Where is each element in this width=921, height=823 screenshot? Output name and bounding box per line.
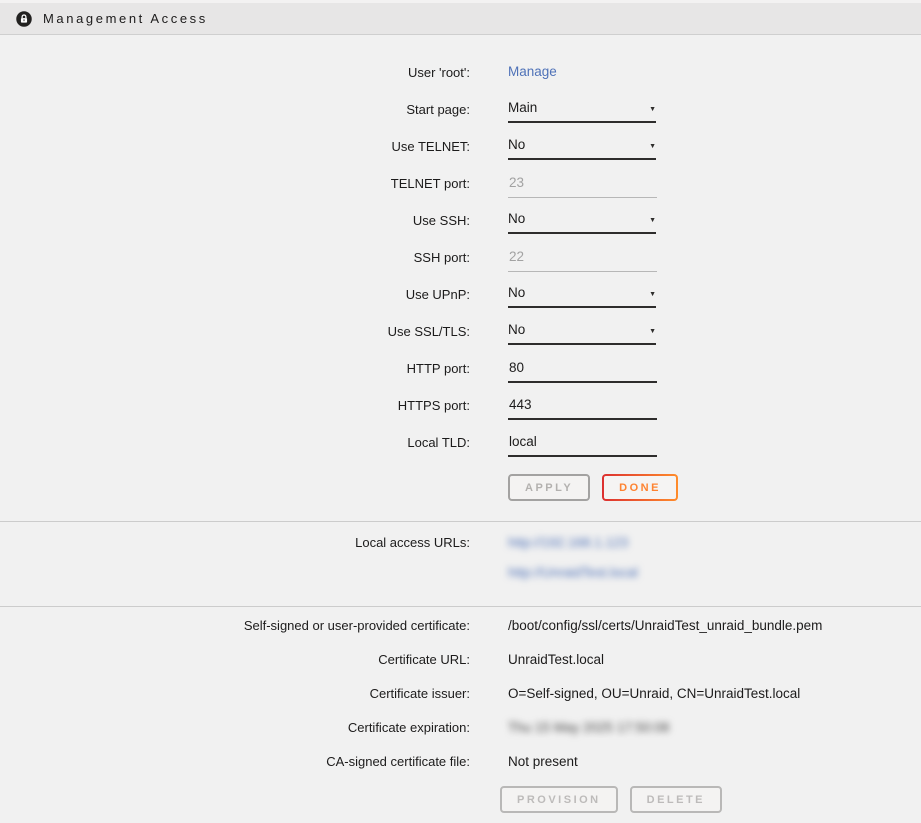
chevron-down-icon: ▼ bbox=[649, 217, 656, 226]
form-row: Use TELNET: No▼ bbox=[0, 137, 921, 161]
certificate-buttons: PROVISION DELETE bbox=[500, 786, 921, 823]
field-label: Certificate expiration: bbox=[0, 718, 470, 735]
local-access-url-link[interactable]: http://192.168.1.123 bbox=[508, 535, 638, 550]
management-access-form: User 'root': Manage Start page: Main▼ Us… bbox=[0, 35, 921, 521]
provision-button[interactable]: PROVISION bbox=[500, 786, 618, 813]
done-button[interactable]: DONE bbox=[602, 474, 678, 501]
section-header: Management Access bbox=[0, 0, 921, 35]
field-label: Use SSH: bbox=[0, 211, 470, 228]
certificate-section: Self-signed or user-provided certificate… bbox=[0, 607, 921, 823]
local-access-urls: http://192.168.1.123 http://UnraidTest.lo… bbox=[508, 533, 638, 580]
field-label: SSH port: bbox=[0, 248, 470, 265]
form-rows: User 'root': Manage Start page: Main▼ Us… bbox=[0, 35, 921, 457]
field-label: Self-signed or user-provided certificate… bbox=[0, 616, 470, 633]
local-tld-input[interactable] bbox=[508, 434, 657, 457]
user-root-link[interactable]: Manage bbox=[508, 64, 557, 79]
form-row: HTTPS port: bbox=[0, 396, 921, 420]
form-row: TELNET port: bbox=[0, 174, 921, 198]
field-label: Use UPnP: bbox=[0, 285, 470, 302]
form-row: HTTP port: bbox=[0, 359, 921, 383]
local-access-section: Local access URLs: http://192.168.1.123h… bbox=[0, 522, 921, 606]
delete-button[interactable]: DELETE bbox=[630, 786, 722, 813]
field-label: Use TELNET: bbox=[0, 137, 470, 154]
field-value: Thu 15 May 2025 17:50:08 bbox=[508, 718, 669, 735]
field-label: Certificate issuer: bbox=[0, 684, 470, 701]
use-upnp-select[interactable]: No▼ bbox=[508, 285, 656, 308]
field-label: HTTP port: bbox=[0, 359, 470, 376]
field-value: UnraidTest.local bbox=[508, 650, 604, 667]
field-label: HTTPS port: bbox=[0, 396, 470, 413]
lock-circle-icon bbox=[15, 10, 33, 28]
local-access-label: Local access URLs: bbox=[0, 533, 470, 550]
https-port-input[interactable] bbox=[508, 397, 657, 420]
local-access-url-link[interactable]: http://UnraidTest.local bbox=[508, 565, 638, 580]
cert-row: CA-signed certificate file: Not present bbox=[0, 752, 921, 773]
cert-row: Certificate expiration: Thu 15 May 2025 … bbox=[0, 718, 921, 739]
cert-row: Certificate URL: UnraidTest.local bbox=[0, 650, 921, 671]
field-label: TELNET port: bbox=[0, 174, 470, 191]
form-row: User 'root': Manage bbox=[0, 63, 921, 87]
field-label: User 'root': bbox=[0, 63, 470, 80]
field-label: CA-signed certificate file: bbox=[0, 752, 470, 769]
field-value: Not present bbox=[508, 752, 578, 769]
apply-button[interactable]: APPLY bbox=[508, 474, 590, 501]
use-telnet-select[interactable]: No▼ bbox=[508, 137, 656, 160]
form-row: Use SSL/TLS: No▼ bbox=[0, 322, 921, 346]
form-row: SSH port: bbox=[0, 248, 921, 272]
http-port-input[interactable] bbox=[508, 360, 657, 383]
page-title: Management Access bbox=[43, 11, 208, 26]
cert-row: Self-signed or user-provided certificate… bbox=[0, 616, 921, 637]
form-buttons: APPLY DONE bbox=[508, 474, 921, 521]
chevron-down-icon: ▼ bbox=[649, 328, 656, 337]
form-row: Local TLD: bbox=[0, 433, 921, 457]
form-row: Use SSH: No▼ bbox=[0, 211, 921, 235]
telnet-port-input bbox=[508, 175, 657, 198]
field-label: Use SSL/TLS: bbox=[0, 322, 470, 339]
cert-row: Certificate issuer: O=Self-signed, OU=Un… bbox=[0, 684, 921, 705]
field-value: O=Self-signed, OU=Unraid, CN=UnraidTest.… bbox=[508, 684, 800, 701]
chevron-down-icon: ▼ bbox=[649, 106, 656, 115]
field-value: /boot/config/ssl/certs/UnraidTest_unraid… bbox=[508, 616, 822, 633]
form-row: Use UPnP: No▼ bbox=[0, 285, 921, 309]
use-ssh-select[interactable]: No▼ bbox=[508, 211, 656, 234]
chevron-down-icon: ▼ bbox=[649, 291, 656, 300]
field-label: Start page: bbox=[0, 100, 470, 117]
certificate-rows: Self-signed or user-provided certificate… bbox=[0, 607, 921, 773]
field-label: Local TLD: bbox=[0, 433, 470, 450]
use-ssl-tls-select[interactable]: No▼ bbox=[508, 322, 656, 345]
ssh-port-input bbox=[508, 249, 657, 272]
field-label: Certificate URL: bbox=[0, 650, 470, 667]
start-page-select[interactable]: Main▼ bbox=[508, 100, 656, 123]
chevron-down-icon: ▼ bbox=[649, 143, 656, 152]
form-row: Start page: Main▼ bbox=[0, 100, 921, 124]
